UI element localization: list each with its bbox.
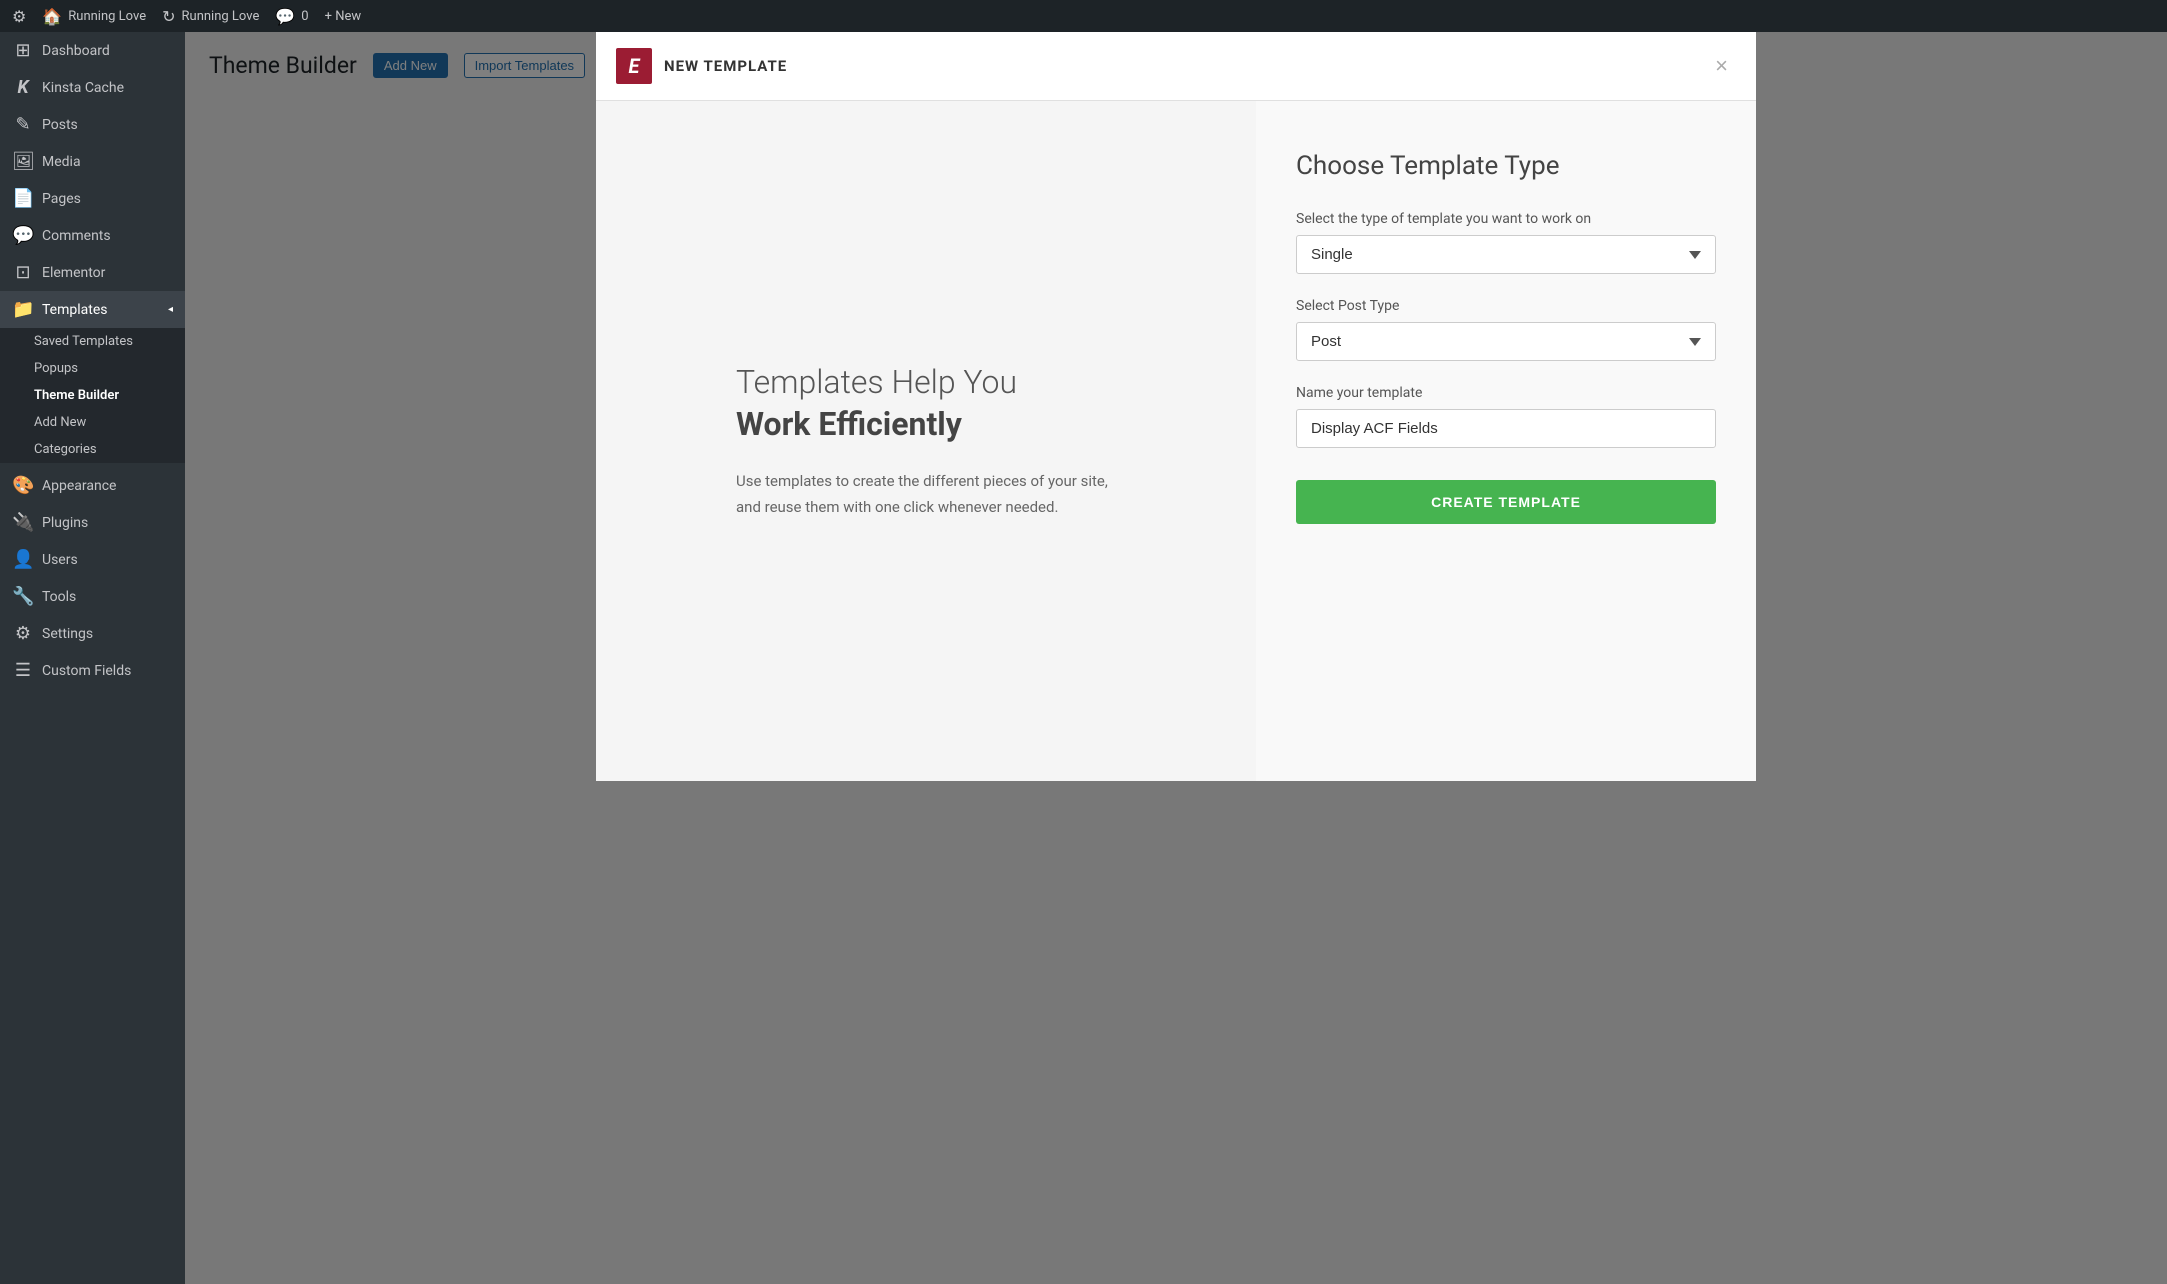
main-content: Theme Builder Add New Import Templates E… — [185, 32, 2167, 1284]
create-template-button[interactable]: CREATE TEMPLATE — [1296, 480, 1716, 524]
template-name-label: Name your template — [1296, 385, 1716, 401]
sidebar-item-custom-fields[interactable]: ☰ Custom Fields — [0, 652, 185, 689]
sidebar-item-users[interactable]: 👤 Users — [0, 541, 185, 578]
template-name-group: Name your template — [1296, 385, 1716, 448]
template-type-group: Select the type of template you want to … — [1296, 211, 1716, 274]
sidebar-item-settings[interactable]: ⚙ Settings — [0, 615, 185, 652]
modal-close-button[interactable]: × — [1707, 51, 1736, 81]
plugins-icon: 🔌 — [12, 512, 34, 533]
sidebar-item-media[interactable]: 🖼 Media — [0, 143, 185, 180]
sidebar-item-tools[interactable]: 🔧 Tools — [0, 578, 185, 615]
users-icon: 👤 — [12, 549, 34, 570]
sidebar-item-saved-templates[interactable]: Saved Templates — [0, 328, 185, 355]
pages-icon: 📄 — [12, 188, 34, 209]
sidebar-item-comments[interactable]: 💬 Comments — [0, 217, 185, 254]
appearance-icon: 🎨 — [12, 475, 34, 496]
template-name-input[interactable] — [1296, 409, 1716, 448]
sidebar-item-add-new[interactable]: Add New — [0, 409, 185, 436]
custom-fields-icon: ☰ — [12, 660, 34, 681]
chevron-left-icon: ◂ — [168, 304, 173, 315]
comments-icon: 💬 — [12, 225, 34, 246]
sidebar: ⊞ Dashboard K Kinsta Cache ✎ Posts 🖼 Med… — [0, 32, 185, 1284]
admin-bar: ⚙ 🏠 Running Love ↻ Running Love 💬 0 + Ne… — [0, 0, 2167, 32]
sidebar-item-popups[interactable]: Popups — [0, 355, 185, 382]
tools-icon: 🔧 — [12, 586, 34, 607]
templates-icon: 📁 — [12, 299, 34, 320]
media-icon: 🖼 — [12, 151, 34, 172]
admin-bar-wp-logo[interactable]: ⚙ — [12, 7, 26, 26]
sidebar-item-templates[interactable]: 📁 Templates ◂ — [0, 291, 185, 328]
post-type-group: Select Post Type Post Page Custom Post T… — [1296, 298, 1716, 361]
elementor-icon: ⊡ — [12, 262, 34, 283]
sidebar-item-pages[interactable]: 📄 Pages — [0, 180, 185, 217]
choose-template-type-title: Choose Template Type — [1296, 151, 1716, 181]
dashboard-icon: ⊞ — [12, 40, 34, 61]
sidebar-item-dashboard[interactable]: ⊞ Dashboard — [0, 32, 185, 69]
sidebar-item-elementor[interactable]: ⊡ Elementor — [0, 254, 185, 291]
sidebar-item-categories[interactable]: Categories — [0, 436, 185, 463]
modal-left-title: Templates Help You Work Efficiently — [736, 362, 1116, 445]
modal-header: E NEW TEMPLATE × — [596, 32, 1756, 101]
sidebar-item-plugins[interactable]: 🔌 Plugins — [0, 504, 185, 541]
wp-logo-icon: ⚙ — [12, 7, 26, 26]
elementor-modal-icon: E — [616, 48, 652, 84]
post-type-select[interactable]: Post Page Custom Post Type — [1296, 322, 1716, 361]
post-type-label: Select Post Type — [1296, 298, 1716, 314]
comment-icon: 💬 — [275, 7, 295, 26]
home-icon: 🏠 — [42, 7, 62, 26]
posts-icon: ✎ — [12, 114, 34, 135]
sidebar-item-posts[interactable]: ✎ Posts — [0, 106, 185, 143]
modal-title: NEW TEMPLATE — [664, 57, 787, 75]
sidebar-item-appearance[interactable]: 🎨 Appearance — [0, 467, 185, 504]
modal-left-description: Use templates to create the different pi… — [736, 469, 1116, 520]
templates-submenu: Saved Templates Popups Theme Builder Add… — [0, 328, 185, 463]
sidebar-item-kinsta-cache[interactable]: K Kinsta Cache — [0, 69, 185, 106]
admin-bar-new[interactable]: + New — [325, 9, 362, 24]
modal-right-panel: Choose Template Type Select the type of … — [1256, 101, 1756, 781]
kinsta-icon: K — [12, 77, 34, 98]
admin-bar-site[interactable]: 🏠 Running Love — [42, 7, 146, 26]
new-template-modal: E NEW TEMPLATE × Templates Help You Work… — [596, 32, 1756, 781]
modal-left-content: Templates Help You Work Efficiently Use … — [736, 362, 1116, 520]
admin-bar-comments[interactable]: 💬 0 — [275, 7, 308, 26]
template-type-label: Select the type of template you want to … — [1296, 211, 1716, 227]
template-type-select[interactable]: Single Archive Search Results Error 404 … — [1296, 235, 1716, 274]
sidebar-item-theme-builder[interactable]: Theme Builder — [0, 382, 185, 409]
modal-left-panel: Templates Help You Work Efficiently Use … — [596, 101, 1256, 781]
refresh-icon: ↻ — [162, 7, 175, 26]
modal-body: Templates Help You Work Efficiently Use … — [596, 101, 1756, 781]
settings-icon: ⚙ — [12, 623, 34, 644]
modal-overlay: E NEW TEMPLATE × Templates Help You Work… — [185, 32, 2167, 1284]
admin-bar-updates[interactable]: ↻ Running Love — [162, 7, 259, 26]
